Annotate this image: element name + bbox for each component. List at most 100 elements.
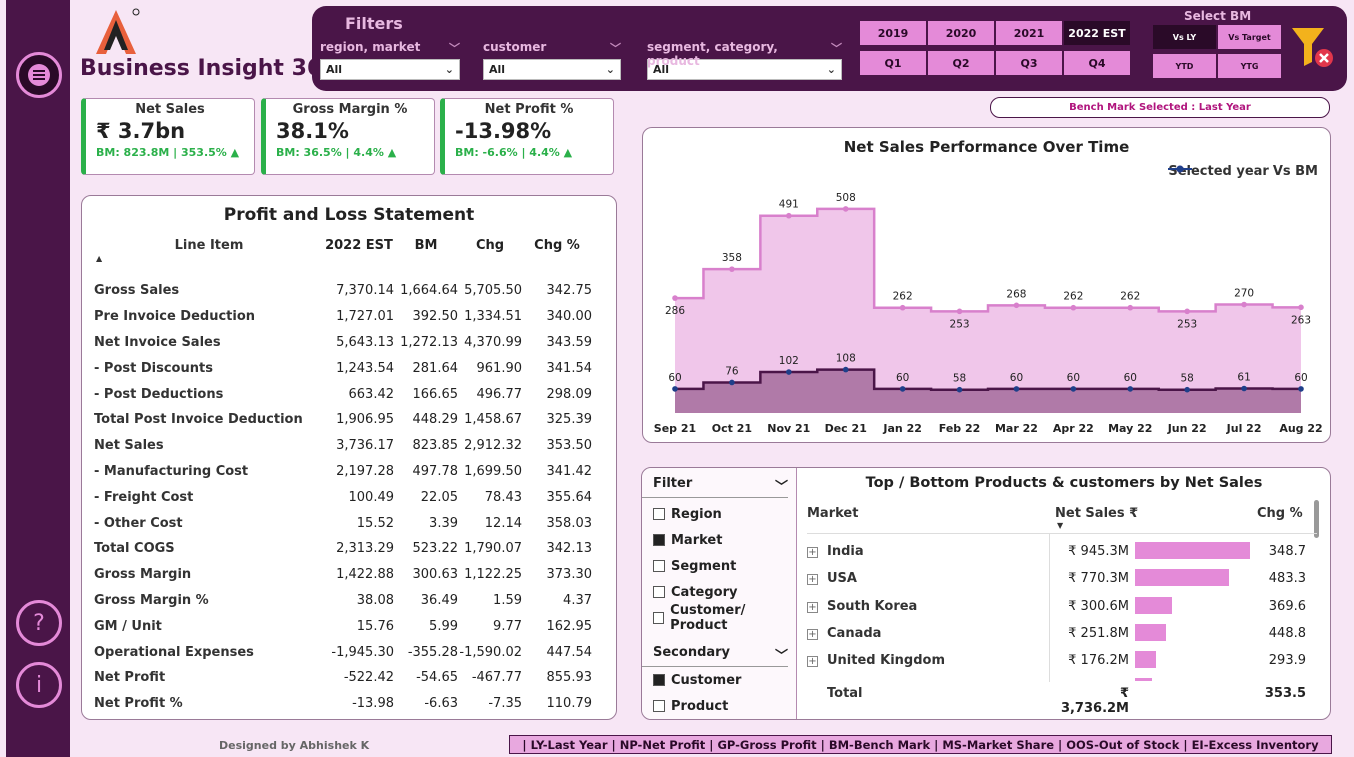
kpi-title: Net Profit % bbox=[484, 102, 574, 117]
sort-descending-icon[interactable]: ▼ bbox=[1057, 521, 1063, 530]
year-2019-button[interactable]: 2019 bbox=[859, 20, 927, 46]
filter-header-label: Filter bbox=[653, 476, 693, 491]
expand-plus-icon[interactable]: + bbox=[807, 656, 818, 668]
top-bottom-row[interactable]: + India ₹ 945.3M 348.7 bbox=[807, 542, 1307, 571]
filter-option-market[interactable]: Market bbox=[642, 527, 796, 553]
funnel-clear-icon[interactable] bbox=[1290, 24, 1336, 70]
top-bottom-header-row: Market Net Sales ₹ ▼ Chg % bbox=[807, 506, 1317, 534]
quarter-q1-button[interactable]: Q1 bbox=[859, 50, 927, 76]
kpi-card-gross-margin: Gross Margin % 38.1% BM: 36.5% | 4.4% ▲ bbox=[261, 98, 435, 175]
row-net-sales: ₹ 770.3M bbox=[1068, 571, 1129, 587]
pl-header-chg[interactable]: Chg bbox=[458, 238, 522, 278]
pl-line-item: Net Profit bbox=[94, 670, 166, 686]
checkbox[interactable] bbox=[653, 560, 665, 572]
quarter-q3-button[interactable]: Q3 bbox=[995, 50, 1063, 76]
menu-icon[interactable] bbox=[16, 52, 62, 98]
x-tick-label: Jan 22 bbox=[882, 422, 921, 435]
secondary-header: Secondary ﹀ bbox=[642, 637, 788, 667]
pl-row: Gross Margin % 38.08 36.49 1.59 4.37 bbox=[94, 588, 604, 614]
year-2020-button[interactable]: 2020 bbox=[927, 20, 995, 46]
vs-bm-point bbox=[1184, 386, 1190, 393]
pl-header-bm[interactable]: BM bbox=[394, 238, 458, 278]
pl-value-chg: -1,590.02 bbox=[459, 644, 522, 660]
checkbox[interactable] bbox=[653, 612, 665, 624]
pl-value-chg: 1.59 bbox=[493, 592, 522, 608]
chevron-down-icon[interactable]: ﹀ bbox=[449, 40, 460, 56]
year-2021-button[interactable]: 2021 bbox=[995, 20, 1063, 46]
checkbox[interactable] bbox=[653, 674, 665, 686]
expand-plus-icon[interactable]: + bbox=[807, 628, 818, 640]
net-sales-bar bbox=[1135, 623, 1166, 641]
selected-year-point bbox=[672, 295, 678, 301]
region-market-select[interactable]: All ⌄ bbox=[320, 59, 460, 80]
net-sales-bar bbox=[1135, 651, 1157, 669]
info-icon[interactable]: i bbox=[16, 662, 62, 708]
pl-row: - Manufacturing Cost 2,197.28 497.78 1,699.… bbox=[94, 459, 604, 485]
filter-option-customer-product[interactable]: Customer/ Product bbox=[642, 603, 796, 633]
selected-year-data-label: 253 bbox=[950, 318, 970, 330]
chevron-down-icon[interactable]: ﹀ bbox=[831, 40, 842, 56]
filter-option-category[interactable]: Category bbox=[642, 579, 796, 605]
expand-plus-icon[interactable]: + bbox=[807, 547, 818, 558]
header-net-sales[interactable]: Net Sales ₹ bbox=[1055, 506, 1138, 521]
pl-header-chg-pct[interactable]: Chg % bbox=[522, 238, 592, 278]
quarter-q4-button[interactable]: Q4 bbox=[1063, 50, 1131, 76]
sort-ascending-icon[interactable]: ▲ bbox=[96, 254, 102, 263]
header-chg-pct[interactable]: Chg % bbox=[1257, 506, 1303, 521]
chevron-down-icon: ⌄ bbox=[826, 63, 836, 76]
selected-year-data-label: 263 bbox=[1291, 314, 1311, 326]
row-market: Canada bbox=[827, 625, 882, 641]
pl-value-bm: 5.99 bbox=[429, 618, 458, 634]
top-bottom-row[interactable]: + South Korea ₹ 300.6M 369.6 bbox=[807, 596, 1307, 626]
filter-option-region[interactable]: Region bbox=[642, 501, 796, 527]
app-title: Business Insight 360 bbox=[80, 56, 338, 81]
checkbox[interactable] bbox=[653, 700, 665, 712]
chevron-down-icon[interactable]: ﹀ bbox=[775, 476, 788, 495]
bm-vs-target-button[interactable]: Vs Target bbox=[1217, 24, 1282, 50]
kpi-value: -13.98% bbox=[455, 119, 552, 143]
pl-line-item: - Manufacturing Cost bbox=[94, 463, 249, 479]
filter-option-segment[interactable]: Segment bbox=[642, 553, 796, 579]
customer-select[interactable]: All ⌄ bbox=[483, 59, 621, 80]
vs-bm-data-label: 58 bbox=[1180, 373, 1193, 385]
quarter-q2-button[interactable]: Q2 bbox=[927, 50, 995, 76]
pl-row: Gross Margin 1,422.88 300.63 1,122.25 373.30 bbox=[94, 562, 604, 588]
chevron-down-icon: ⌄ bbox=[444, 63, 454, 76]
row-market: United Kingdom bbox=[827, 653, 946, 669]
top-bottom-row[interactable]: + United Kingdom ₹ 176.2M 293.9 bbox=[807, 651, 1307, 680]
bm-ytg-button[interactable]: YTG bbox=[1217, 53, 1282, 79]
net-sales-chart[interactable]: 286 358 491 508 262 253 268 262 262 253 270 263 60 76… bbox=[643, 128, 1332, 444]
checkbox[interactable] bbox=[653, 508, 665, 520]
vs-bm-data-label: 60 bbox=[668, 372, 681, 384]
checkbox[interactable] bbox=[653, 534, 665, 546]
total-chg: 353.5 bbox=[1264, 686, 1306, 701]
secondary-option-customer[interactable]: Customer bbox=[642, 667, 796, 693]
row-market: South Korea bbox=[827, 598, 918, 614]
chevron-down-icon[interactable]: ﹀ bbox=[775, 645, 788, 664]
top-bottom-row[interactable]: + Canada ₹ 251.8M 448.8 bbox=[807, 623, 1307, 653]
expand-plus-icon[interactable]: + bbox=[807, 601, 818, 613]
pl-row: GM / Unit 15.76 5.99 9.77 162.95 bbox=[94, 613, 604, 639]
bm-vs-ly-button[interactable]: Vs LY bbox=[1152, 24, 1217, 50]
bm-ytd-button[interactable]: YTD bbox=[1152, 53, 1217, 79]
secondary-option-product[interactable]: Product bbox=[642, 693, 796, 719]
pl-value-chg-pct: 110.79 bbox=[546, 696, 593, 712]
kpi-benchmark: BM: 36.5% | 4.4% ▲ bbox=[276, 146, 397, 159]
pl-value-bm: 823.85 bbox=[412, 438, 459, 454]
checkbox[interactable] bbox=[653, 586, 665, 598]
kpi-title: Gross Margin % bbox=[292, 102, 408, 117]
pl-header-2022[interactable]: 2022 EST bbox=[324, 238, 394, 278]
help-icon[interactable]: ? bbox=[16, 600, 62, 646]
expand-plus-icon[interactable]: + bbox=[807, 574, 818, 586]
pl-value-chg-pct: 343.59 bbox=[546, 334, 593, 350]
pl-title: Profit and Loss Statement bbox=[223, 205, 475, 225]
pl-line-item: Gross Margin % bbox=[94, 592, 209, 608]
header-market[interactable]: Market bbox=[807, 506, 858, 521]
chevron-down-icon[interactable]: ﹀ bbox=[610, 40, 621, 56]
pl-value-bm: 523.22 bbox=[412, 541, 459, 557]
year-2022-est-button[interactable]: 2022 EST bbox=[1063, 20, 1131, 46]
top-bottom-row[interactable]: + USA ₹ 770.3M 483.3 bbox=[807, 569, 1307, 598]
pl-line-item: Net Profit % bbox=[94, 696, 183, 712]
bm-slicer: Vs LY Vs Target YTD YTG bbox=[1152, 24, 1282, 79]
pl-header-line-item[interactable]: Line Item bbox=[94, 238, 324, 278]
